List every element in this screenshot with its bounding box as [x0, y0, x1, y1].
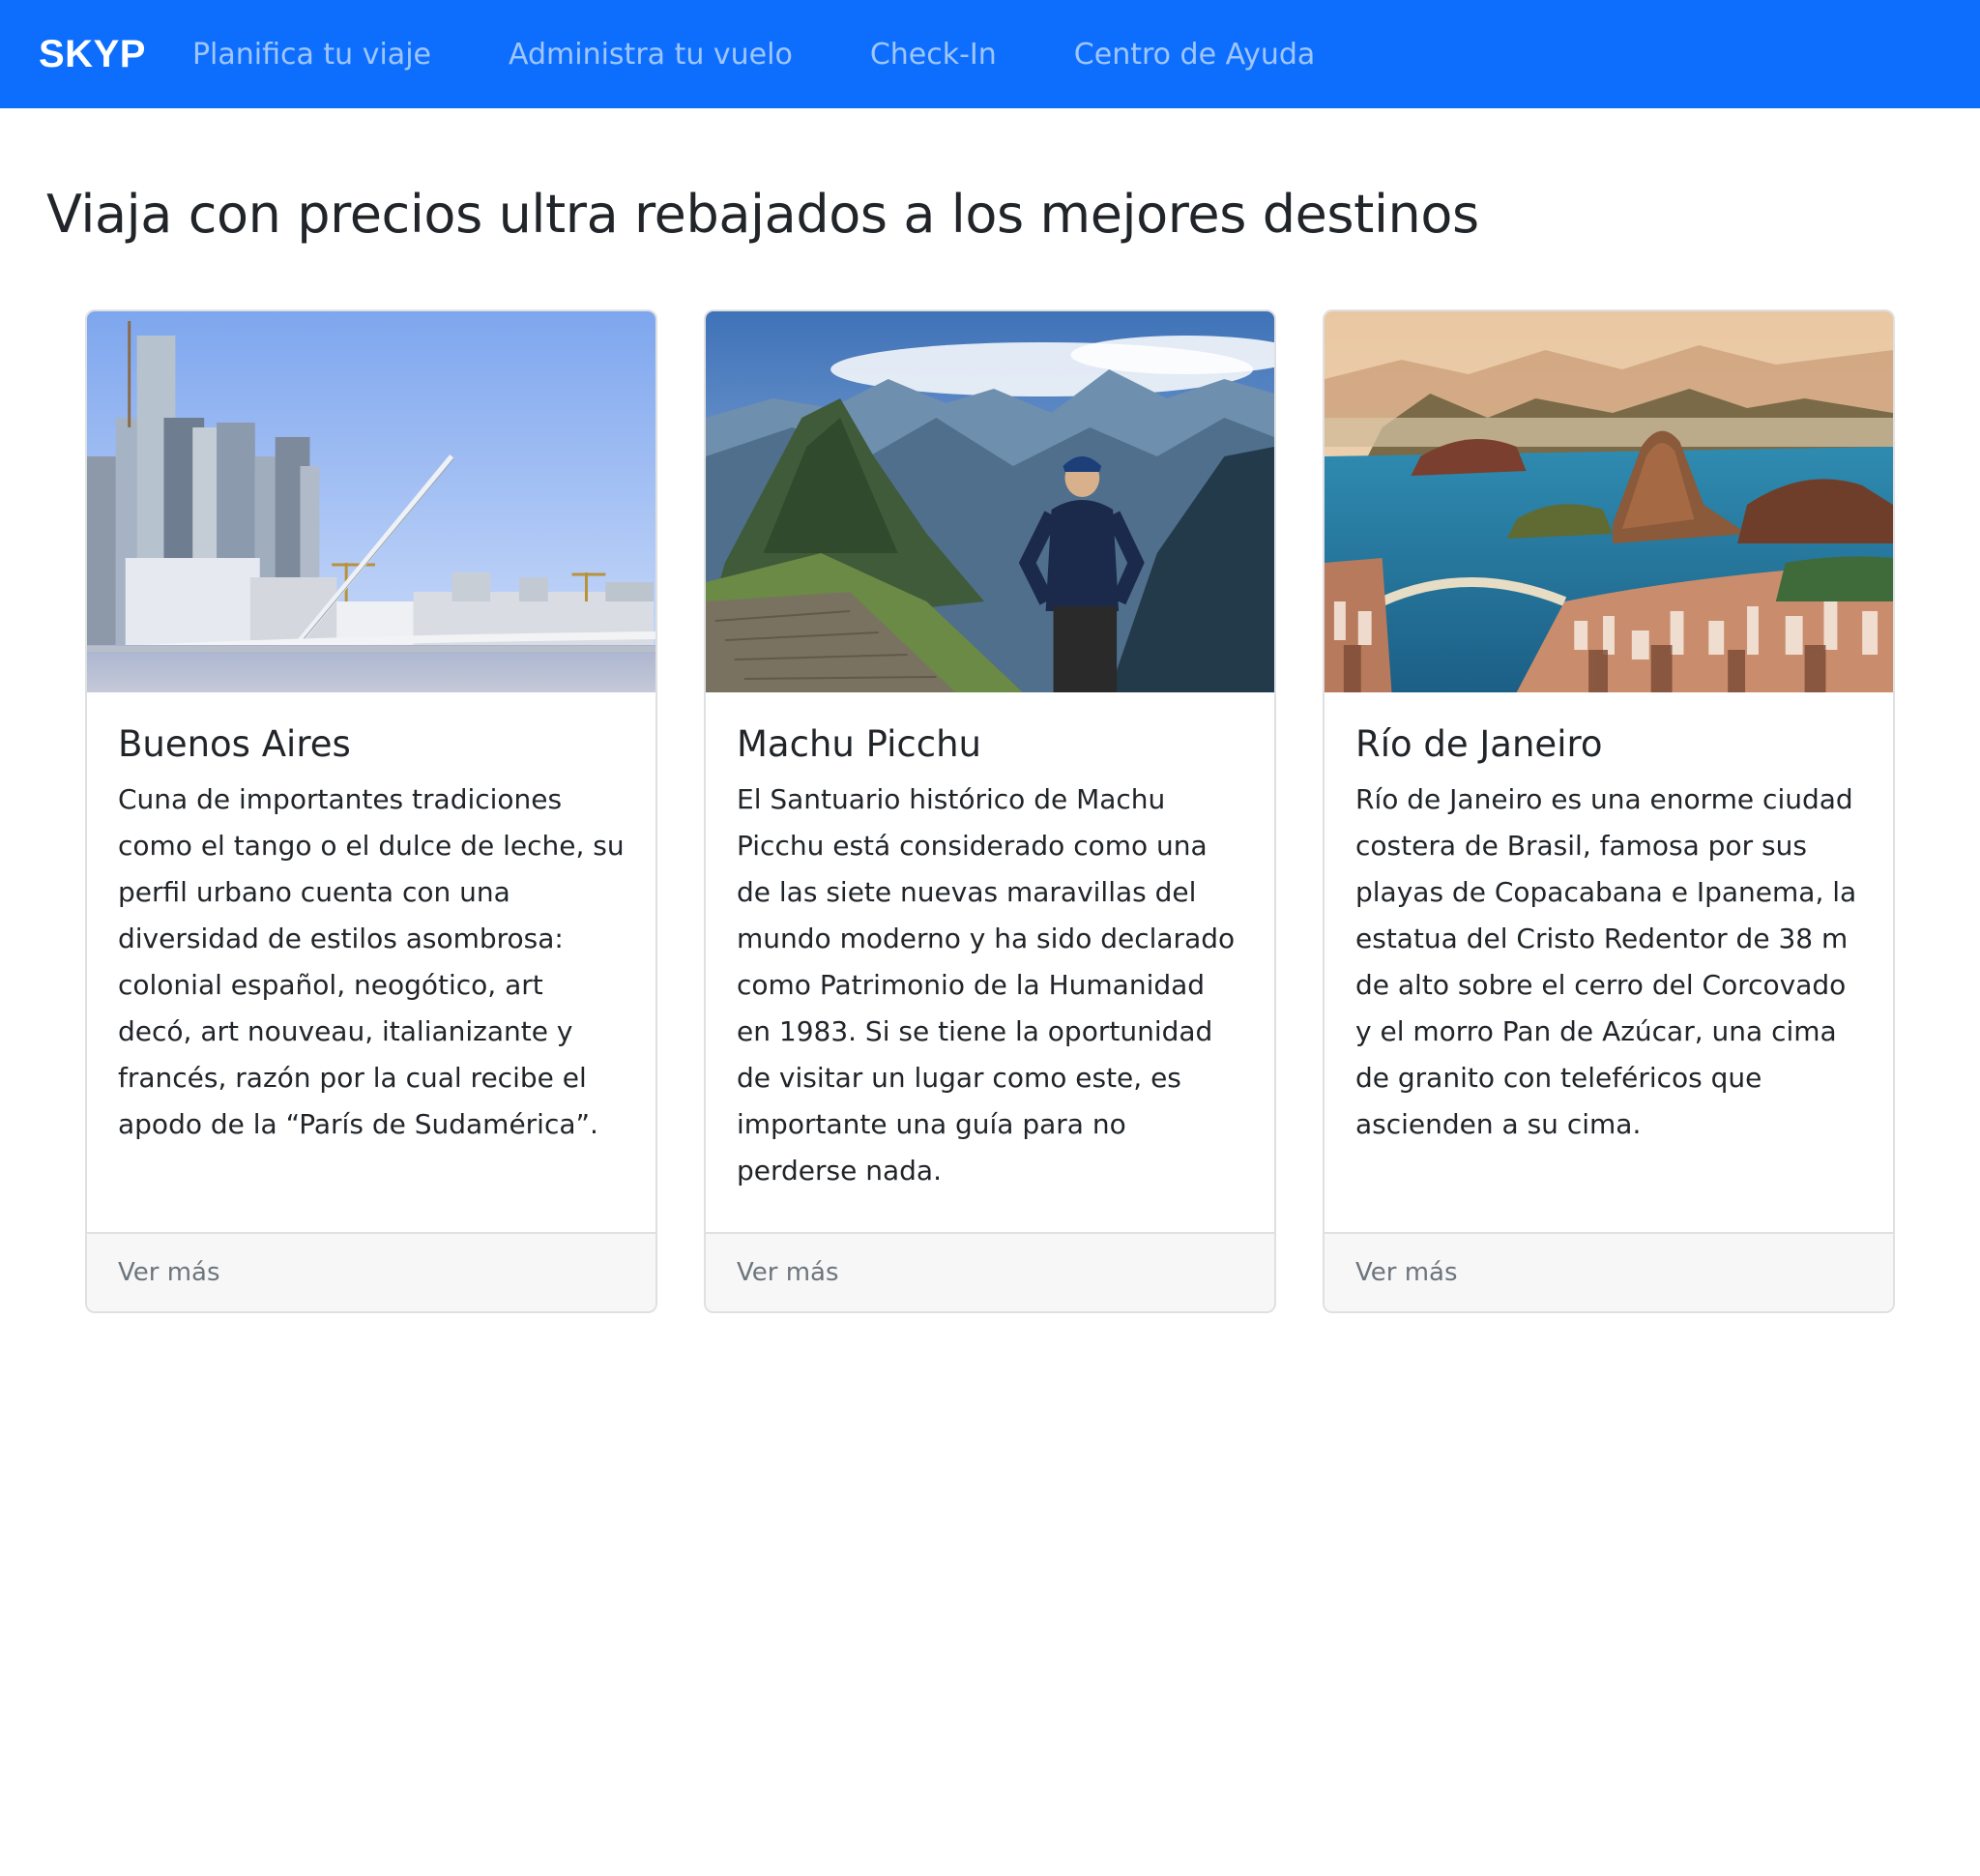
rio-de-janeiro-image — [1325, 311, 1893, 692]
card-title: Machu Picchu — [737, 723, 981, 765]
card-footer: Ver más — [87, 1232, 655, 1311]
card-buenos-aires: Buenos Aires Cuna de importantes tradici… — [85, 309, 657, 1313]
card-title: Río de Janeiro — [1355, 723, 1603, 765]
card-title: Buenos Aires — [118, 723, 351, 765]
brand-logo[interactable]: SKYP — [39, 33, 146, 76]
card-text: Cuna de importantes tradiciones como el … — [118, 783, 625, 1140]
page-title: Viaja con precios ultra rebajados a los … — [46, 184, 1479, 245]
buenos-aires-image — [87, 311, 655, 692]
nav-link-ayuda[interactable]: Centro de Ayuda — [1074, 38, 1315, 72]
ver-mas-link[interactable]: Ver más — [1355, 1258, 1458, 1287]
machu-picchu-image — [706, 311, 1274, 692]
destination-cards: Buenos Aires Cuna de importantes tradici… — [85, 309, 1895, 1313]
ver-mas-link[interactable]: Ver más — [737, 1258, 839, 1287]
card-footer: Ver más — [706, 1232, 1274, 1311]
card-rio-de-janeiro: Río de Janeiro Río de Janeiro es una eno… — [1323, 309, 1895, 1313]
top-navbar: SKYP Planifica tu viaje Administra tu vu… — [0, 0, 1980, 108]
nav-link-checkin[interactable]: Check-In — [870, 38, 997, 72]
card-body: Río de Janeiro Río de Janeiro es una eno… — [1325, 692, 1893, 1232]
ver-mas-link[interactable]: Ver más — [118, 1258, 220, 1287]
card-text: El Santuario histórico de Machu Picchu e… — [737, 783, 1236, 1187]
card-body: Buenos Aires Cuna de importantes tradici… — [87, 692, 655, 1232]
card-text: Río de Janeiro es una enorme ciudad cost… — [1355, 783, 1857, 1140]
card-footer: Ver más — [1325, 1232, 1893, 1311]
nav-link-planifica[interactable]: Planifica tu viaje — [192, 38, 431, 72]
card-body: Machu Picchu El Santuario histórico de M… — [706, 692, 1274, 1232]
card-machu-picchu: Machu Picchu El Santuario histórico de M… — [704, 309, 1276, 1313]
nav-link-administra[interactable]: Administra tu vuelo — [509, 38, 793, 72]
